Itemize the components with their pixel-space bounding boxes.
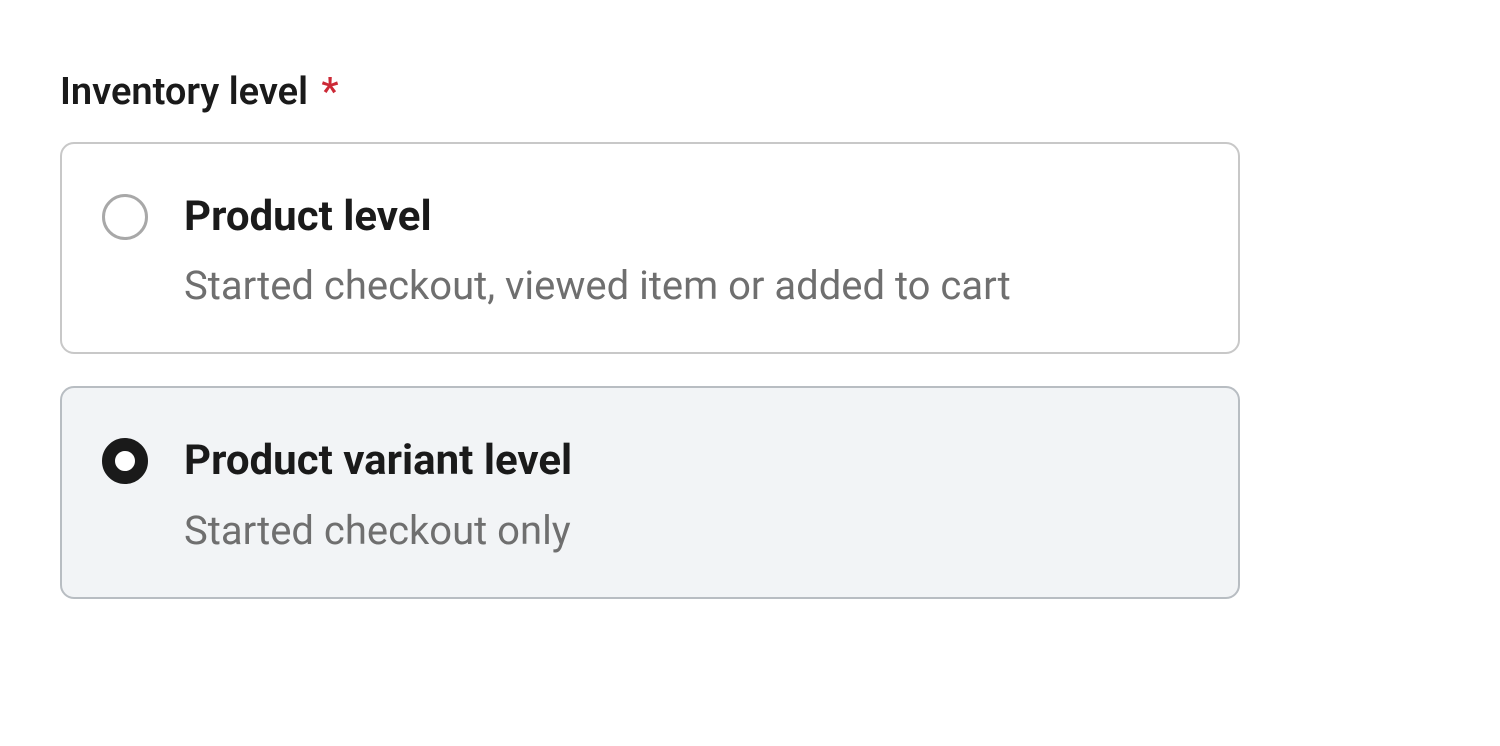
inventory-level-label: Inventory level * <box>60 70 1440 114</box>
radio-indicator-icon <box>102 438 148 484</box>
radio-indicator-icon <box>102 194 148 240</box>
radio-content: Product level Started checkout, viewed i… <box>184 192 1011 312</box>
radio-option-description: Started checkout only <box>184 505 572 557</box>
required-asterisk: * <box>321 70 338 114</box>
inventory-level-radio-group: Product level Started checkout, viewed i… <box>60 142 1240 599</box>
radio-option-product-variant-level[interactable]: Product variant level Started checkout o… <box>60 386 1240 598</box>
radio-content: Product variant level Started checkout o… <box>184 436 572 556</box>
radio-option-title: Product level <box>184 192 1011 242</box>
radio-option-description: Started checkout, viewed item or added t… <box>184 260 1011 312</box>
radio-option-title: Product variant level <box>184 436 572 486</box>
radio-option-product-level[interactable]: Product level Started checkout, viewed i… <box>60 142 1240 354</box>
inventory-level-label-text: Inventory level <box>60 70 308 114</box>
